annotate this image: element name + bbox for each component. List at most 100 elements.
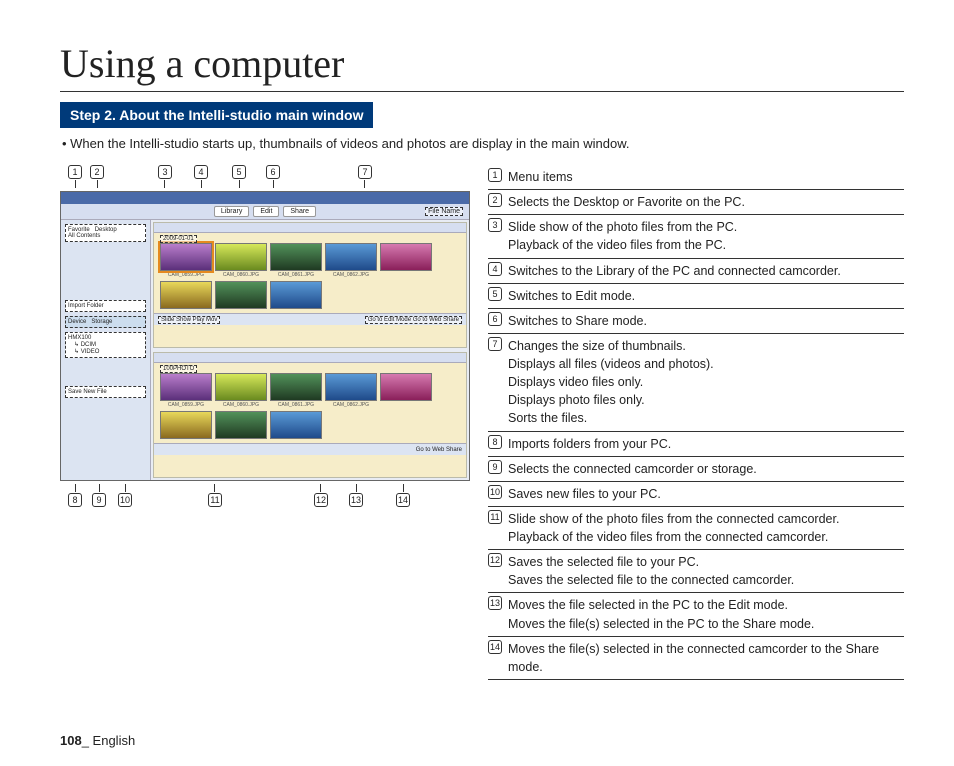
callout-5: 5 bbox=[232, 165, 246, 179]
callout-12: 12 bbox=[314, 493, 328, 507]
legend-row: 8 Imports folders from your PC. bbox=[488, 432, 904, 457]
legend-text: Saves the selected file to your PC.Saves… bbox=[508, 553, 904, 589]
thumb-label: CAM_0860.JPG bbox=[215, 271, 267, 278]
camcorder-pane: 100PHOTO CAM_0859.JPG CAM_0860.JPG CAM_0… bbox=[153, 352, 467, 478]
thumbnail[interactable] bbox=[160, 411, 212, 439]
legend-text: Imports folders from your PC. bbox=[508, 435, 904, 453]
thumbnail[interactable] bbox=[270, 411, 322, 439]
thumb-label: CAM_0859.JPG bbox=[160, 401, 212, 408]
legend-row: 1Menu items bbox=[488, 165, 904, 190]
save-new-file-button[interactable]: Save New File bbox=[65, 386, 146, 398]
sidebar-pc-box[interactable]: Favorite Desktop All Contents bbox=[65, 224, 146, 242]
legend-text: Selects the connected camcorder or stora… bbox=[508, 460, 904, 478]
sidebar-storage[interactable]: Storage bbox=[91, 319, 112, 325]
sidebar-all-contents[interactable]: All Contents bbox=[68, 233, 143, 239]
thumbnail[interactable]: CAM_0861.JPG bbox=[270, 243, 322, 278]
tab-edit[interactable]: Edit bbox=[253, 206, 279, 217]
thumb-label: CAM_0862.JPG bbox=[325, 271, 377, 278]
thumbnail[interactable]: CAM_0859.JPG bbox=[160, 373, 212, 408]
cam-thumbnails: CAM_0859.JPG CAM_0860.JPG CAM_0861.JPG C… bbox=[154, 363, 466, 443]
sidebar-device-box[interactable]: Device Storage bbox=[65, 316, 146, 328]
thumbnail[interactable] bbox=[270, 281, 322, 309]
thumbnail[interactable] bbox=[160, 281, 212, 309]
legend-text: Changes the size of thumbnails.Displays … bbox=[508, 337, 904, 428]
pc-pane: 2009-01-01 CAM_0859.JPG CAM_0860.JPG CAM… bbox=[153, 222, 467, 348]
thumbnail[interactable] bbox=[215, 411, 267, 439]
step-heading: Step 2. About the Intelli-studio main wi… bbox=[60, 102, 373, 128]
pc-thumbnails: CAM_0859.JPG CAM_0860.JPG CAM_0861.JPG C… bbox=[154, 233, 466, 313]
bottom-callout-row: 8 9 10 11 12 13 14 bbox=[64, 483, 470, 507]
legend-text: Saves new files to your PC. bbox=[508, 485, 904, 503]
page-number: 108 bbox=[60, 733, 82, 748]
screenshot-column: 1 2 3 4 5 6 7 Library Edit Share File Na… bbox=[60, 165, 470, 680]
window-titlebar bbox=[61, 192, 469, 204]
callout-4: 4 bbox=[194, 165, 208, 179]
legend-text: Slide show of the photo files from the P… bbox=[508, 218, 904, 254]
thumbnail[interactable]: CAM_0859.JPG bbox=[160, 243, 212, 278]
legend-number: 14 bbox=[488, 640, 502, 654]
callout-3: 3 bbox=[158, 165, 172, 179]
thumb-label: CAM_0859.JPG bbox=[160, 271, 212, 278]
pc-slideshow-play[interactable]: Slide Show Play Mov bbox=[158, 316, 220, 324]
pc-strip: Slide Show Play Mov Go to Edit Mode Go t… bbox=[154, 313, 466, 325]
legend-text: Moves the file selected in the PC to the… bbox=[508, 596, 904, 632]
legend-row: 5 Switches to Edit mode. bbox=[488, 284, 904, 309]
tab-share[interactable]: Share bbox=[283, 206, 316, 217]
cam-strip: Go to Web Share bbox=[154, 443, 466, 455]
legend-number: 10 bbox=[488, 485, 502, 499]
legend-text: Slide show of the photo files from the c… bbox=[508, 510, 904, 546]
thumbnail[interactable] bbox=[215, 281, 267, 309]
sidebar-tree[interactable]: HMX100 ↳ DCIM ↳ VIDEO bbox=[65, 332, 146, 358]
thumbnail[interactable]: CAM_0862.JPG bbox=[325, 373, 377, 408]
legend-number: 12 bbox=[488, 553, 502, 567]
tab-library[interactable]: Library bbox=[214, 206, 249, 217]
callout-14: 14 bbox=[396, 493, 410, 507]
thumbnail[interactable] bbox=[380, 373, 432, 408]
page-footer: 108_ English bbox=[60, 733, 135, 748]
legend-row: 2 Selects the Desktop or Favorite on the … bbox=[488, 190, 904, 215]
legend-number: 8 bbox=[488, 435, 502, 449]
file-filter[interactable]: File Name bbox=[425, 207, 463, 216]
thumbnail[interactable]: CAM_0862.JPG bbox=[325, 243, 377, 278]
callout-2: 2 bbox=[90, 165, 104, 179]
legend-text: Switches to Share mode. bbox=[508, 312, 904, 330]
legend-number: 5 bbox=[488, 287, 502, 301]
pc-folder[interactable]: 2009-01-01 bbox=[160, 235, 197, 243]
sidebar-device[interactable]: Device bbox=[68, 319, 86, 325]
thumbnail[interactable]: CAM_0860.JPG bbox=[215, 373, 267, 408]
mode-tabs: Library Edit Share File Name bbox=[61, 204, 469, 220]
legend-number: 11 bbox=[488, 510, 502, 524]
legend-column: 1Menu items 2 Selects the Desktop or Favor… bbox=[488, 165, 904, 680]
legend-number: 6 bbox=[488, 312, 502, 326]
legend-number: 2 bbox=[488, 193, 502, 207]
legend-text: Switches to Edit mode. bbox=[508, 287, 904, 305]
legend-text: Selects the Desktop or Favorite on the P… bbox=[508, 193, 904, 211]
page-lang: _ English bbox=[82, 733, 135, 748]
cam-goto-share[interactable]: Go to Web Share bbox=[416, 447, 462, 453]
thumbnail[interactable] bbox=[380, 243, 432, 278]
import-folder-button[interactable]: Import Folder bbox=[65, 300, 146, 312]
legend-row: 10 Saves new files to your PC. bbox=[488, 482, 904, 507]
thumb-label: CAM_0862.JPG bbox=[325, 401, 377, 408]
legend-number: 7 bbox=[488, 337, 502, 351]
tree-video[interactable]: VIDEO bbox=[81, 349, 100, 355]
callout-11: 11 bbox=[208, 493, 222, 507]
thumbnail[interactable]: CAM_0861.JPG bbox=[270, 373, 322, 408]
callout-9: 9 bbox=[92, 493, 106, 507]
legend-row: 11 Slide show of the photo files from the… bbox=[488, 507, 904, 550]
pc-goto-edit-share[interactable]: Go to Edit Mode Go to Web Share bbox=[365, 316, 462, 324]
legend-row: 14Moves the file(s) selected in the conn… bbox=[488, 637, 904, 680]
cam-folder[interactable]: 100PHOTO bbox=[160, 365, 197, 373]
thumbnail[interactable]: CAM_0860.JPG bbox=[215, 243, 267, 278]
legend-row: 12 Saves the selected file to your PC.Sav… bbox=[488, 550, 904, 593]
legend-number: 1 bbox=[488, 168, 502, 182]
callout-7: 7 bbox=[358, 165, 372, 179]
legend-number: 13 bbox=[488, 596, 502, 610]
legend-number: 3 bbox=[488, 218, 502, 232]
callout-10: 10 bbox=[118, 493, 132, 507]
thumb-label: CAM_0861.JPG bbox=[270, 271, 322, 278]
callout-8: 8 bbox=[68, 493, 82, 507]
thumb-label: CAM_0861.JPG bbox=[270, 401, 322, 408]
thumb-label: CAM_0860.JPG bbox=[215, 401, 267, 408]
intelli-studio-window: Library Edit Share File Name Favorite De… bbox=[60, 191, 470, 481]
